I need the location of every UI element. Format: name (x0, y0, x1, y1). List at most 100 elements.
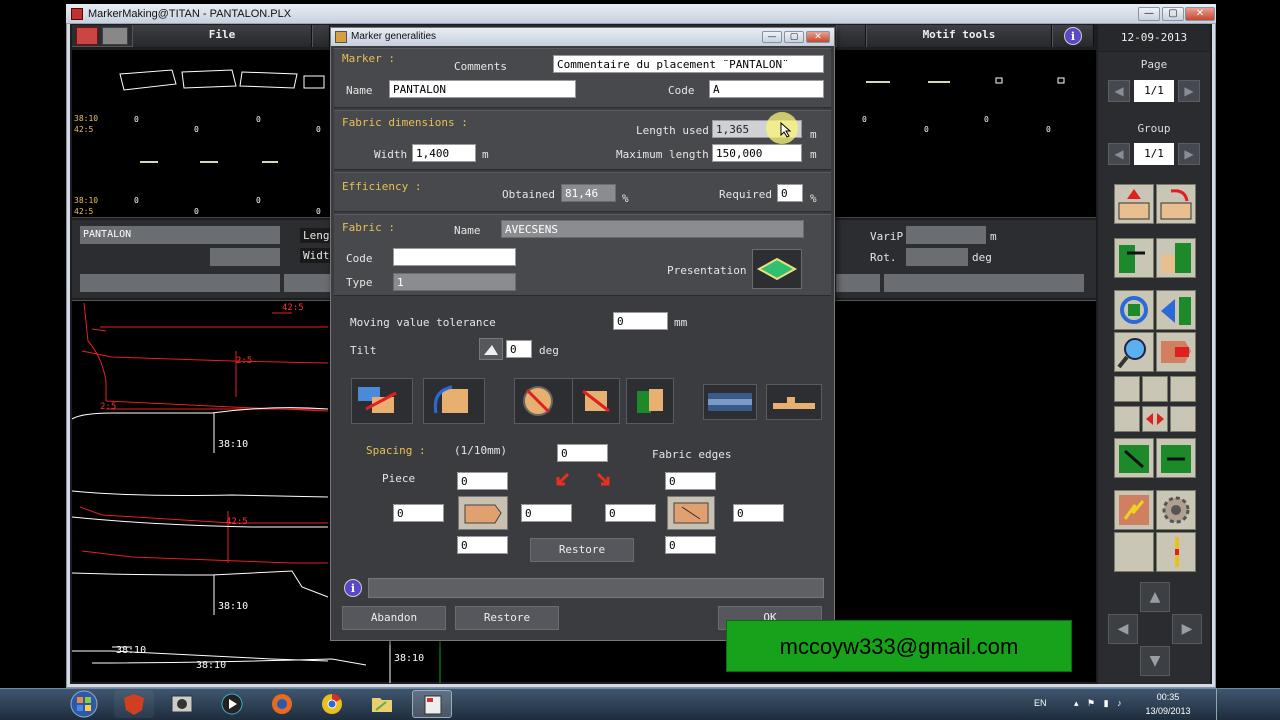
taskbar-app-7[interactable] (412, 690, 452, 718)
piece-spacing-bottom[interactable]: 0 (457, 536, 508, 554)
code-input[interactable]: A (709, 80, 824, 98)
edge-spacing-right[interactable]: 0 (733, 504, 784, 522)
tray-network-icon[interactable]: ▮ (1104, 698, 1109, 708)
auto-nest-icon[interactable] (1114, 490, 1154, 530)
fabric-tube-button[interactable] (703, 384, 757, 420)
tray-volume-icon[interactable]: ♪ (1117, 698, 1122, 708)
piece-spacing-left[interactable]: 0 (393, 504, 444, 522)
place-piece-icon[interactable] (1114, 238, 1154, 278)
name-input[interactable]: PANTALON (389, 80, 576, 98)
menu-motif-tools[interactable]: Motif tools (866, 25, 1052, 47)
fabric-code-input[interactable] (393, 248, 516, 266)
spacing-restore-button[interactable]: Restore (530, 538, 634, 562)
page-next-button[interactable]: ▶ (1178, 80, 1200, 102)
minimize-button[interactable]: — (1138, 7, 1160, 21)
taskbar-app-1[interactable] (114, 690, 154, 718)
marker-section-title: Marker : (342, 52, 395, 65)
ungroup-pieces-icon[interactable] (1156, 438, 1196, 478)
max-length-input[interactable]: 150,000 (712, 144, 802, 162)
edge-spacing-bottom[interactable]: 0 (665, 536, 716, 554)
taskbar-app-4[interactable] (262, 690, 302, 718)
tilt-input[interactable]: 0 (506, 340, 532, 358)
maximize-button[interactable]: ▢ (1162, 7, 1184, 21)
scroll-up-button[interactable]: ▲ (1140, 582, 1170, 612)
edge-spacing-left[interactable]: 0 (605, 504, 656, 522)
scroll-down-button[interactable]: ▼ (1140, 646, 1170, 676)
taskbar-app-3[interactable] (212, 690, 252, 718)
align-icon[interactable] (1114, 406, 1140, 432)
comments-input[interactable]: Commentaire du placement ¨PANTALON¨ (553, 55, 824, 73)
piece-spacing-right[interactable]: 0 (521, 504, 572, 522)
taskbar-app-6[interactable] (362, 690, 402, 718)
taskbar-app-5[interactable] (312, 690, 352, 718)
zoom-icon[interactable] (1114, 332, 1154, 372)
piece-rotate-option-button[interactable] (423, 378, 485, 424)
app-icon (71, 8, 83, 20)
flip-disabled-button[interactable] (572, 378, 620, 424)
screen: MarkerMaking@TITAN - PANTALON.PLX — ▢ ✕ … (0, 0, 1280, 720)
page-prev-button[interactable]: ◀ (1108, 80, 1130, 102)
rotate-piece-icon[interactable] (1114, 290, 1154, 330)
piece-shape-icon[interactable] (1156, 238, 1196, 278)
efficiency-title: Efficiency : (342, 180, 422, 193)
plotter-icon[interactable] (102, 27, 128, 45)
nest-icon[interactable] (1170, 406, 1196, 432)
dialog-minimize-button[interactable]: — (762, 31, 782, 43)
menu-file[interactable]: File (132, 25, 312, 47)
required-input[interactable]: 0 (777, 184, 803, 202)
stripes-match-icon[interactable] (1156, 532, 1196, 572)
group-pieces-icon[interactable] (1114, 438, 1154, 478)
stripes-icon[interactable] (1114, 532, 1154, 572)
clock-time[interactable]: 00:35 (1142, 692, 1194, 702)
rotation-disabled-button[interactable] (514, 378, 576, 424)
undo-tool-icon[interactable] (1114, 184, 1154, 224)
moving-tolerance-input[interactable]: 0 (613, 312, 668, 330)
layout-col-icon[interactable] (1170, 376, 1196, 402)
swap-icon[interactable] (1142, 406, 1168, 432)
language-indicator[interactable]: EN (1034, 698, 1047, 708)
abandon-button[interactable]: Abandon (342, 606, 446, 630)
layout-grid-icon[interactable] (1114, 376, 1140, 402)
varip-field[interactable] (906, 226, 986, 244)
tray-arrow-icon[interactable]: ▴ (1074, 698, 1079, 708)
show-desktop-button[interactable] (1216, 689, 1228, 720)
spacing-input[interactable]: 0 (557, 444, 608, 462)
scroll-right-button[interactable]: ▶ (1172, 614, 1202, 644)
restore-button[interactable]: Restore (455, 606, 559, 630)
settings-gear-icon[interactable] (1156, 490, 1196, 530)
flip-piece-icon[interactable] (1156, 290, 1196, 330)
dialog-maximize-button[interactable]: ▢ (784, 31, 804, 43)
spacing-units: (1/10mm) (454, 444, 507, 457)
tool-logo-icon[interactable] (76, 27, 98, 45)
piece-spacing-top[interactable]: 0 (457, 472, 508, 490)
scroll-left-button[interactable]: ◀ (1108, 614, 1138, 644)
copy-right-arrow-icon[interactable] (596, 472, 610, 486)
tilt-button[interactable] (479, 338, 503, 360)
info-icon[interactable]: i (1064, 27, 1082, 45)
taskbar-app-2[interactable] (162, 690, 202, 718)
copy-left-arrow-icon[interactable] (556, 472, 570, 486)
marker-field-blank (210, 248, 280, 266)
flip-option-button[interactable] (626, 378, 674, 424)
close-button[interactable]: ✕ (1185, 7, 1215, 21)
window-title-bar[interactable]: MarkerMaking@TITAN - PANTALON.PLX (66, 4, 1216, 24)
rot-field[interactable] (906, 248, 968, 266)
tray-flag-icon[interactable]: ⚑ (1087, 698, 1095, 708)
count-zero: 0 (316, 125, 321, 134)
redo-tool-icon[interactable] (1156, 184, 1196, 224)
tray-icons[interactable]: ▴ ⚑ ▮ ♪ (1074, 698, 1122, 709)
piece-detail-icon[interactable] (1156, 332, 1196, 372)
clock-date[interactable]: 13/09/2013 (1136, 706, 1200, 716)
group-prev-button[interactable]: ◀ (1108, 143, 1130, 165)
presentation-button[interactable] (752, 249, 802, 289)
piece-grain-option-button[interactable] (351, 378, 413, 424)
width-input[interactable]: 1,400 (412, 144, 476, 162)
start-button[interactable] (66, 689, 102, 720)
group-next-button[interactable]: ▶ (1178, 143, 1200, 165)
layout-row-icon[interactable] (1142, 376, 1168, 402)
count-zero: 0 (194, 207, 199, 216)
edge-spacing-top[interactable]: 0 (665, 472, 716, 490)
fabric-fold-button[interactable] (766, 384, 822, 420)
dialog-title-bar[interactable]: Marker generalities (331, 28, 834, 46)
dialog-close-button[interactable]: ✕ (806, 31, 830, 43)
